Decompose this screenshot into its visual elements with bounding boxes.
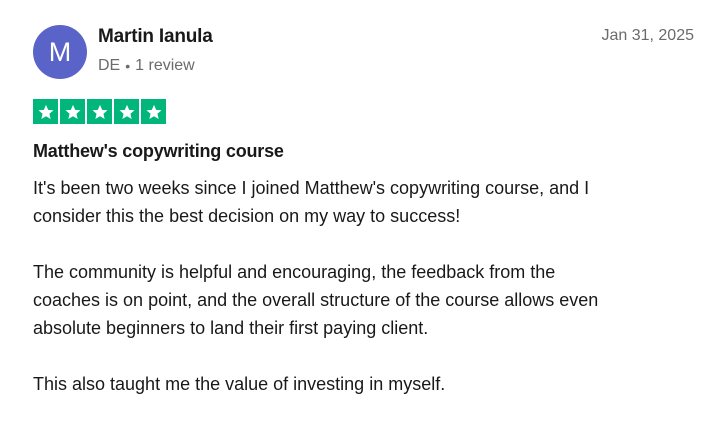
review-paragraph-2: The community is helpful and encouraging… <box>33 262 599 338</box>
review-paragraph-1: It's been two weeks since I joined Matth… <box>33 178 590 226</box>
review-date: Jan 31, 2025 <box>601 27 694 44</box>
avatar-initial: M <box>48 36 72 67</box>
star-1 <box>33 99 58 124</box>
star-3 <box>87 99 112 124</box>
star-icon <box>38 104 53 119</box>
reviewer-review-count[interactable]: 1 review <box>135 57 195 75</box>
star-icon <box>119 104 134 119</box>
star-icon <box>92 104 107 119</box>
avatar[interactable]: M <box>33 25 87 79</box>
star-4 <box>114 99 139 124</box>
star-2 <box>60 99 85 124</box>
meta-separator-dot: • <box>125 58 131 74</box>
reviewer-meta: DE • 1 review <box>98 57 195 75</box>
review-body: It's been two weeks since I joined Matth… <box>33 174 703 426</box>
review-paragraph-3: This also taught me the value of investi… <box>33 374 446 394</box>
star-rating <box>33 99 166 124</box>
star-5 <box>141 99 166 124</box>
review-card: M Martin Ianula DE • 1 review Jan 31, 20… <box>0 0 727 408</box>
reviewer-name[interactable]: Martin Ianula <box>98 26 213 48</box>
reviewer-country: DE <box>98 57 121 74</box>
review-title[interactable]: Matthew's copywriting course <box>33 141 284 162</box>
star-icon <box>146 104 161 119</box>
star-icon <box>65 104 80 119</box>
